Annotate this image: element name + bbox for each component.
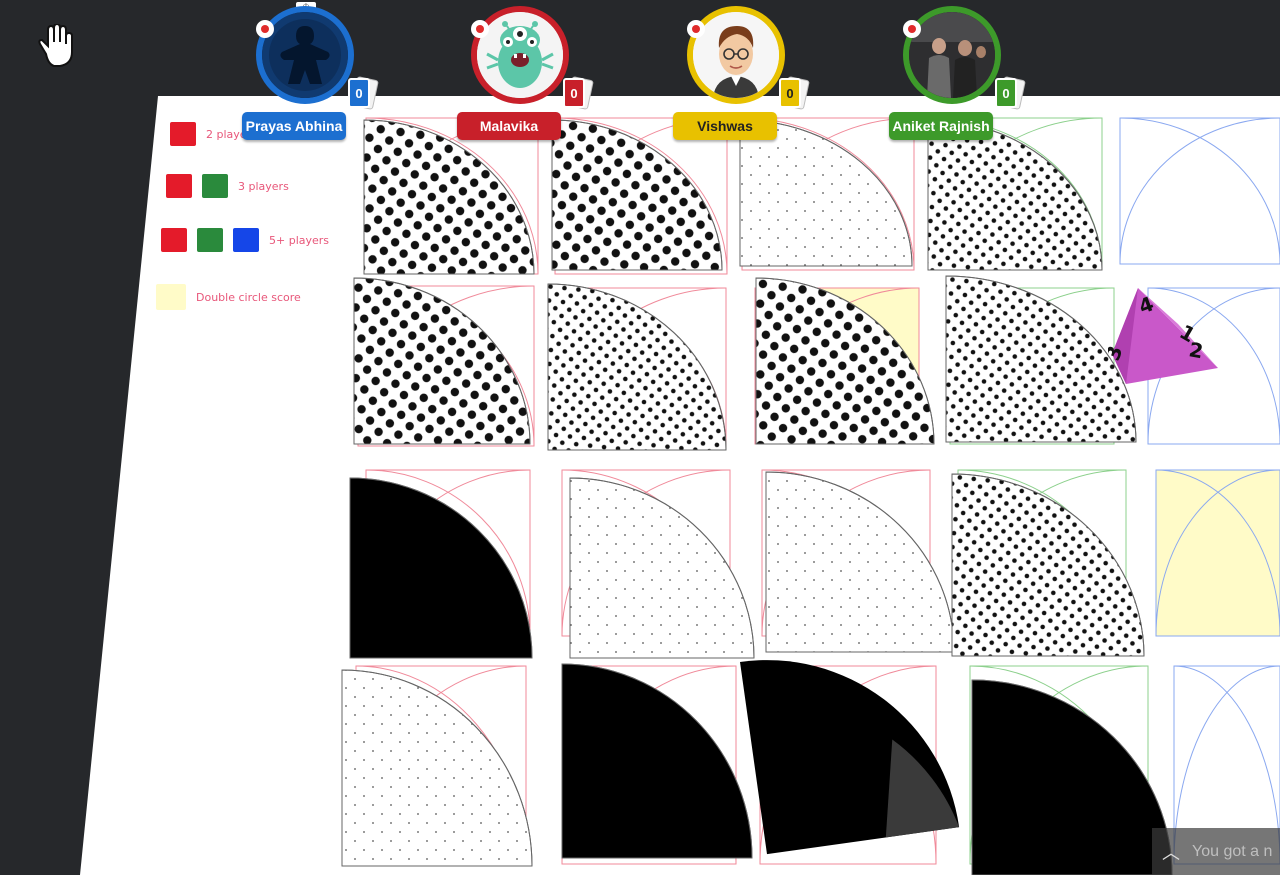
legend-3-players: 3 players [166,174,289,198]
legend-5-players: 5+ players [161,228,329,252]
quarter-tile [765,471,955,653]
quarter-tile [569,477,755,659]
status-dot-icon [687,20,705,38]
quarter-tile [561,663,753,859]
card-count-badge: 0 [348,78,370,108]
board-cell [1119,117,1280,265]
player-seat-3[interactable]: 0 Vishwas [667,4,810,144]
card-count: 0 [779,76,810,110]
player-seat-1[interactable]: ♔ 0 Prayas Abhina [236,2,379,144]
quarter-tile [971,679,1173,875]
legend-label: 3 players [238,179,289,193]
card-count: 0 [563,76,594,110]
game-table: 2 players 3 players 5+ players Double ci… [0,0,1280,875]
red-swatch [166,174,192,198]
man-glasses-avatar [687,6,785,104]
legend-label: Double circle score [196,290,301,304]
card-count-badge: 0 [995,78,1017,108]
card-count: 0 [995,76,1026,110]
hand-cursor-icon [38,24,73,67]
player-name: Prayas Abhina [242,112,346,140]
cell-arc [1119,117,1280,265]
player-seat-2[interactable]: 0 Malavika [451,4,594,144]
player-seat-4[interactable]: 0 Aniket Rajnish [883,4,1026,144]
player-name: Aniket Rajnish [889,112,993,140]
red-swatch [161,228,187,252]
quarter-tile [353,277,531,445]
meeple-avatar [256,6,354,104]
blue-swatch [233,228,259,252]
green-swatch [202,174,228,198]
player-name: Vishwas [673,112,777,140]
board-cell [1155,469,1280,637]
quarter-tile [341,669,533,867]
legend-label: 5+ players [269,233,330,247]
card-count-badge: 0 [563,78,585,108]
status-dot-icon [256,20,274,38]
status-dot-icon [471,20,489,38]
red-swatch [170,122,196,146]
rotated-black-tile [740,660,960,855]
green-swatch [197,228,223,252]
quarter-tile [349,477,533,659]
status-dot-icon [903,20,921,38]
chevron-up-icon: ︿ [1162,842,1180,863]
photo-avatar [903,6,1001,104]
cell-arc [1119,117,1280,265]
yellow-swatch [156,284,186,310]
monster-avatar [471,6,569,104]
player-name: Malavika [457,112,561,140]
legend-double-circle: Double circle score [156,284,301,310]
notification-text: You got a n [1192,842,1273,860]
notification-toast[interactable]: ︿ You got a n [1152,828,1280,875]
card-count-badge: 0 [779,78,801,108]
quarter-tile [547,283,727,451]
d4-die[interactable]: 4 1 2 3 [1108,284,1226,388]
card-count: 0 [348,76,379,110]
quarter-tile [951,473,1145,657]
